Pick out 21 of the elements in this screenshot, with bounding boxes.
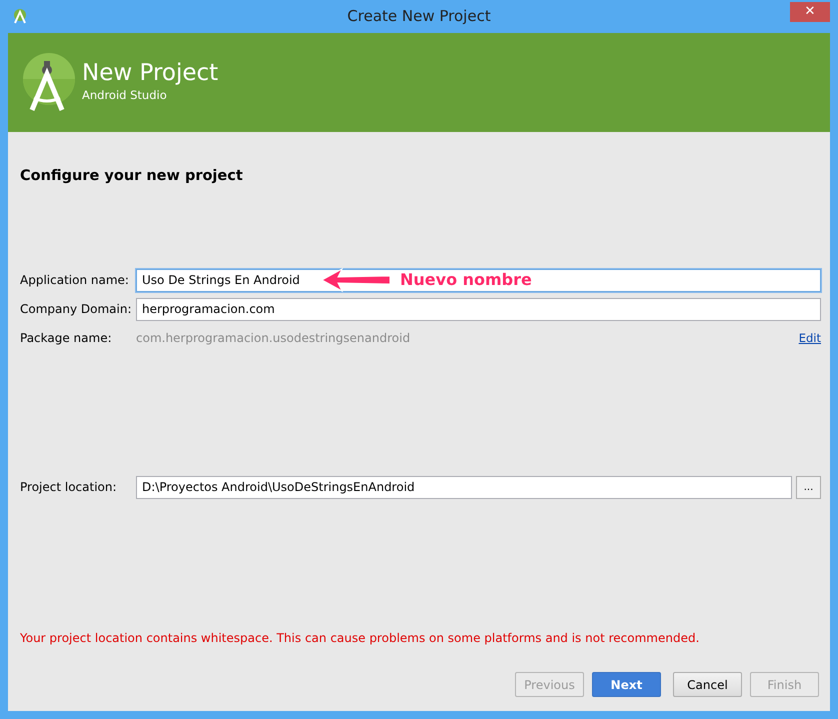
field-label: Package name: — [20, 330, 113, 348]
browse-button[interactable]: ... — [796, 476, 821, 499]
header-subtitle: Android Studio — [82, 86, 168, 104]
android-studio-logo-icon — [22, 52, 76, 114]
dialog-button[interactable]: Next — [592, 672, 661, 697]
field-label: Company Domain: — [20, 301, 133, 318]
annotation-arrow — [320, 267, 392, 294]
warning-message: Your project location contains whitespace. This can cause problems on some platforms and is not recommended. — [20, 630, 700, 647]
edit-link[interactable]: Edit — [798, 330, 821, 347]
page-heading: Configure your new project — [20, 167, 244, 186]
window-title: Create New Project — [346, 6, 491, 28]
field-label: Application name: — [20, 272, 130, 290]
close-button[interactable]: ✕ — [790, 2, 830, 22]
field-label: Project location: — [20, 479, 118, 496]
project-location-field[interactable]: D:\Proyectos Android\UsoDeStringsEnAndroid — [136, 476, 792, 499]
app-icon — [12, 8, 28, 24]
annotation-text: Nuevo nombre — [400, 269, 532, 292]
dialog-button[interactable]: Cancel — [673, 672, 742, 697]
header-title: New Project — [82, 61, 218, 87]
text-field[interactable]: herprogramacion.com — [136, 298, 821, 321]
package-name-value: com.herprogramacion.usodestringsenandroid — [136, 330, 412, 348]
